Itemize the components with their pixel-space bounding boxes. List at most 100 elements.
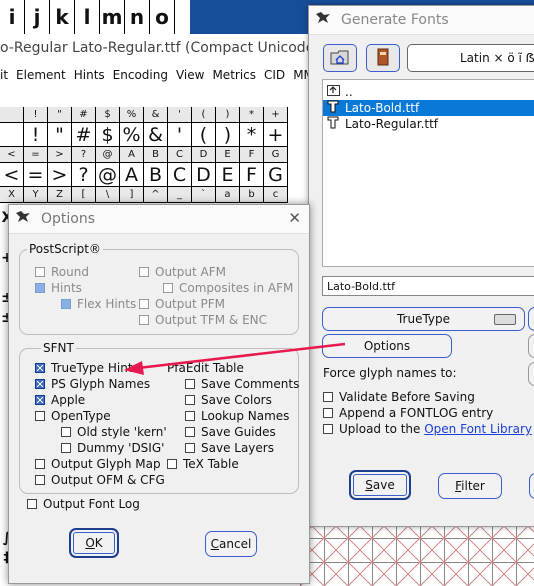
append-fontlog-checkbox[interactable]: Append a FONTLOG entry xyxy=(323,406,493,420)
output-ofm-cfg-checkbox[interactable]: Output OFM & CFG xyxy=(35,473,165,487)
lookup-names-checkbox[interactable]: Lookup Names xyxy=(185,409,289,423)
glyph-label-cell[interactable]: ? xyxy=(72,147,96,163)
menu-item[interactable]: Hints xyxy=(74,68,105,90)
glyph-cell[interactable]: ? xyxy=(72,163,96,187)
checkbox-box[interactable] xyxy=(61,427,71,437)
glyph-label-cell[interactable]: = xyxy=(24,147,48,163)
checkbox-box[interactable] xyxy=(35,363,45,373)
checkbox-box[interactable] xyxy=(35,267,45,277)
glyph-label-cell[interactable]: G xyxy=(264,147,288,163)
glyph-label-cell[interactable]: ( xyxy=(192,107,216,123)
bookmarks-button[interactable] xyxy=(366,44,400,72)
checkbox-box[interactable] xyxy=(323,392,333,402)
close-icon[interactable]: ✕ xyxy=(288,209,301,227)
options-button[interactable]: Options xyxy=(322,334,452,358)
glyph-cell[interactable]: ! xyxy=(24,123,48,147)
ok-button[interactable]: OK xyxy=(69,528,119,558)
file-list-item[interactable]: Lato-Regular.ttf xyxy=(323,116,534,132)
glyph-cell[interactable]: @ xyxy=(96,163,120,187)
glyph-label-cell[interactable] xyxy=(0,107,24,123)
save-button[interactable]: Save xyxy=(349,470,411,500)
apple-checkbox[interactable]: Apple xyxy=(35,393,85,407)
filter-button[interactable]: Filter xyxy=(438,473,502,499)
flex-hints-checkbox[interactable]: Flex Hints xyxy=(61,297,136,311)
glyph-cell[interactable]: ( xyxy=(192,123,216,147)
checkbox-box[interactable] xyxy=(35,411,45,421)
save-guides-checkbox[interactable]: Save Guides xyxy=(185,425,276,439)
checkbox-box[interactable] xyxy=(185,411,195,421)
old-style-kern-checkbox[interactable]: Old style 'kern' xyxy=(61,425,167,439)
glyph-label-cell[interactable]: ^ xyxy=(144,187,168,203)
glyph-label-cell[interactable]: * xyxy=(240,107,264,123)
glyph-label-cell[interactable]: # xyxy=(72,107,96,123)
hints-checkbox[interactable]: Hints xyxy=(35,281,82,295)
glyph-cell[interactable]: ' xyxy=(168,123,192,147)
glyph-cell[interactable]: o xyxy=(150,0,175,34)
glyph-cell[interactable]: " xyxy=(48,123,72,147)
validate-before-saving-checkbox[interactable]: Validate Before Saving xyxy=(323,390,475,404)
checkbox-box[interactable] xyxy=(61,443,71,453)
glyph-label-cell[interactable]: > xyxy=(48,147,72,163)
output-font-log-checkbox[interactable]: Output Font Log xyxy=(27,497,140,511)
glyph-label-cell[interactable]: ` xyxy=(192,187,216,203)
bitmap-select[interactable] xyxy=(528,307,534,331)
open-font-library-link[interactable]: Open Font Library xyxy=(424,422,532,436)
menu-item[interactable]: it xyxy=(0,68,8,90)
glyph-cell[interactable]: & xyxy=(144,123,168,147)
checkbox-box[interactable] xyxy=(139,267,149,277)
glyph-cell[interactable]: C xyxy=(168,163,192,187)
menu-item[interactable]: Encoding xyxy=(113,68,168,90)
upload-ofl-checkbox[interactable]: Upload to the Open Font Library xyxy=(323,422,532,436)
glyph-cell[interactable]: D xyxy=(192,163,216,187)
glyph-cell[interactable]: n xyxy=(125,0,150,34)
glyph-label-cell[interactable]: ] xyxy=(120,187,144,203)
glyph-label-cell[interactable]: X xyxy=(0,187,24,203)
checkbox-box[interactable] xyxy=(27,499,37,509)
options-side-button[interactable] xyxy=(528,334,534,358)
save-colors-checkbox[interactable]: Save Colors xyxy=(185,393,272,407)
tex-table-checkbox[interactable]: TeX Table xyxy=(167,457,239,471)
file-list-item-selected[interactable]: Lato-Bold.ttf xyxy=(323,100,534,116)
output-pfm-checkbox[interactable]: Output PFM xyxy=(139,297,225,311)
glyph-cell[interactable]: i xyxy=(0,0,25,34)
glyph-label-cell[interactable]: @ xyxy=(96,147,120,163)
glyph-label-cell[interactable]: B xyxy=(144,147,168,163)
file-list[interactable]: .. Lato-Bold.ttf Lato-Regular.ttf xyxy=(322,79,534,267)
glyph-cell[interactable]: j xyxy=(25,0,50,34)
glyph-cell[interactable]: = xyxy=(24,163,48,187)
glyph-cell[interactable]: > xyxy=(48,163,72,187)
format-select[interactable]: TrueType xyxy=(322,307,525,331)
output-afm-checkbox[interactable]: Output AFM xyxy=(139,265,226,279)
checkbox-box[interactable] xyxy=(163,283,173,293)
glyph-label-cell[interactable]: $ xyxy=(96,107,120,123)
glyph-cell[interactable]: # xyxy=(72,123,96,147)
checkbox-box[interactable] xyxy=(35,459,45,469)
file-list-item[interactable]: .. xyxy=(323,84,534,100)
composites-in-afm-checkbox[interactable]: Composites in AFM xyxy=(163,281,293,295)
checkbox-box[interactable] xyxy=(185,395,195,405)
glyph-cell[interactable]: l xyxy=(75,0,100,34)
checkbox-box[interactable] xyxy=(185,379,195,389)
checkbox-box[interactable] xyxy=(139,299,149,309)
glyph-label-cell[interactable]: D xyxy=(192,147,216,163)
glyph-label-cell[interactable]: Z xyxy=(48,187,72,203)
glyph-cell[interactable]: A xyxy=(120,163,144,187)
glyph-cell[interactable]: $ xyxy=(96,123,120,147)
save-comments-checkbox[interactable]: Save Comments xyxy=(185,377,299,391)
glyph-label-cell[interactable]: Y xyxy=(24,187,48,203)
cancel-button-partial[interactable] xyxy=(529,473,534,499)
glyph-cell[interactable]: E xyxy=(216,163,240,187)
glyph-cell[interactable]: * xyxy=(240,123,264,147)
glyph-label-cell[interactable]: E xyxy=(216,147,240,163)
glyph-label-cell[interactable]: ) xyxy=(216,107,240,123)
glyph-cell[interactable]: k xyxy=(50,0,75,34)
glyph-cell[interactable]: m xyxy=(100,0,125,34)
glyph-label-cell[interactable]: F xyxy=(240,147,264,163)
cancel-button[interactable]: Cancel xyxy=(205,531,257,557)
glyph-label-cell[interactable]: < xyxy=(0,147,24,163)
glyph-cell[interactable]: + xyxy=(264,123,288,147)
glyph-label-cell[interactable]: A xyxy=(120,147,144,163)
home-folder-button[interactable] xyxy=(323,44,357,72)
glyph-label-cell[interactable]: " xyxy=(48,107,72,123)
glyph-cell[interactable]: B xyxy=(144,163,168,187)
